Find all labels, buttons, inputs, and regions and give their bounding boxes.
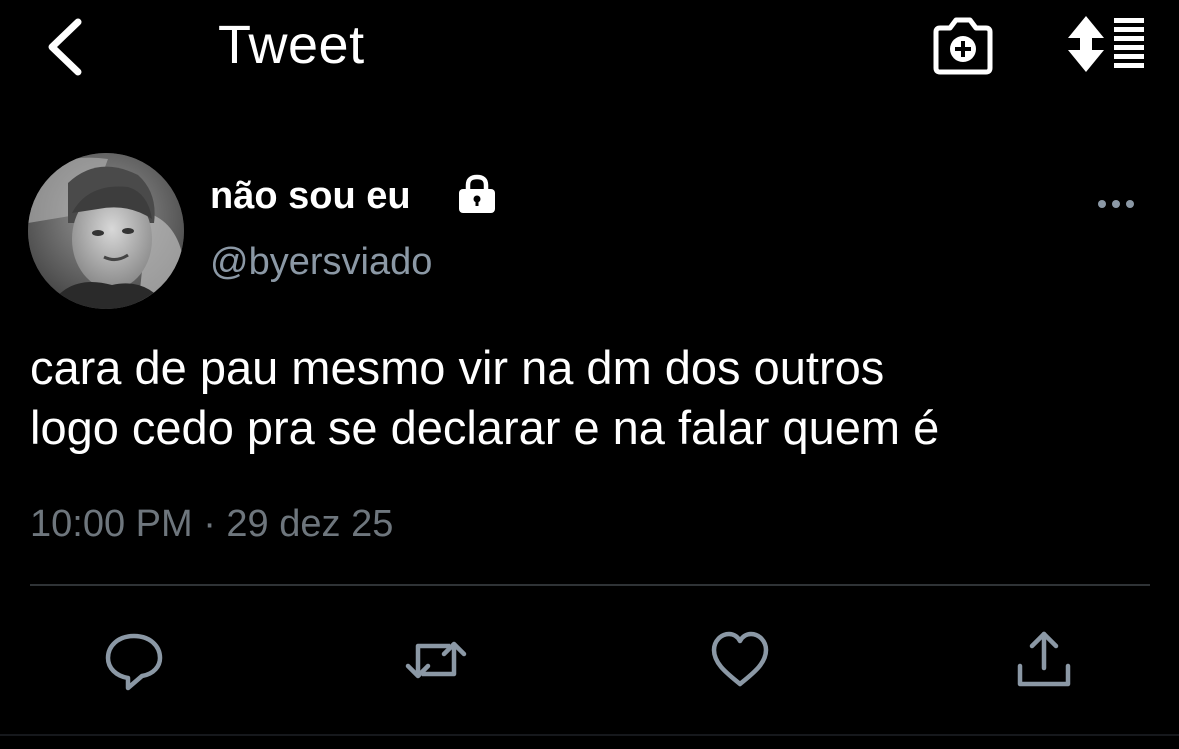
user-handle[interactable]: @byersviado [210, 238, 432, 286]
profile-photo [28, 153, 184, 309]
divider [30, 584, 1150, 586]
share-button[interactable] [1012, 628, 1076, 692]
tweet-text: cara de pau mesmo vir na dm dos outros l… [30, 341, 940, 454]
tweet-timestamp: 10:00 PM · 29 dez 25 [30, 503, 394, 545]
reply-icon [105, 633, 163, 691]
share-icon [1017, 631, 1071, 687]
top-bar: Tweet [0, 0, 1179, 100]
page-title: Tweet [218, 15, 365, 75]
sort-button[interactable] [1064, 14, 1148, 74]
camera-plus-icon [933, 17, 993, 75]
bottom-divider [0, 734, 1179, 736]
camera-button[interactable] [928, 14, 998, 76]
reply-button[interactable] [102, 628, 166, 692]
back-button[interactable] [38, 14, 98, 80]
display-name[interactable]: não sou eu [210, 172, 411, 220]
chevron-left-icon [48, 18, 82, 76]
avatar[interactable] [28, 153, 184, 309]
like-button[interactable] [708, 628, 772, 692]
retweet-icon [405, 641, 467, 679]
lock-icon [456, 174, 498, 214]
heart-icon [711, 631, 769, 687]
more-options-button[interactable] [1094, 192, 1138, 216]
more-horizontal-icon [1098, 200, 1134, 208]
sort-list-icon [1068, 16, 1144, 72]
retweet-button[interactable] [404, 628, 468, 692]
